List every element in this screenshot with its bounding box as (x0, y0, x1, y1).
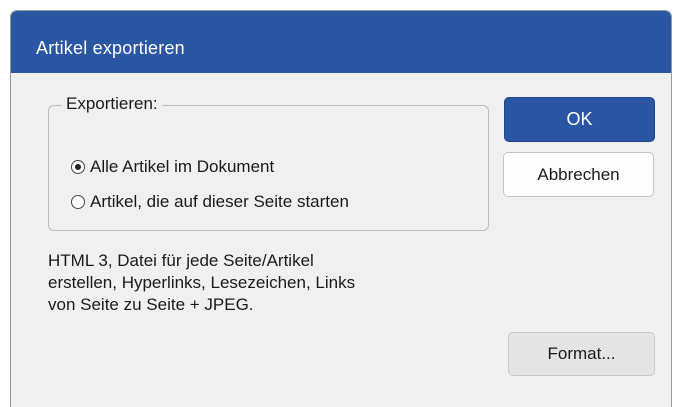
radio-button-checked[interactable] (71, 160, 85, 174)
title-bar[interactable]: Artikel exportieren (11, 11, 671, 73)
cancel-button[interactable]: Abbrechen (503, 152, 654, 197)
export-articles-dialog: Artikel exportieren Exportieren: Alle Ar… (10, 10, 672, 407)
export-groupbox: Exportieren: Alle Artikel im Dokument Ar… (48, 94, 489, 231)
radio-button-unchecked[interactable] (71, 195, 85, 209)
dialog-title: Artikel exportieren (36, 38, 185, 58)
radio-label-articles-on-page: Artikel, die auf dieser Seite starten (90, 192, 349, 211)
radio-label-all-articles: Alle Artikel im Dokument (90, 157, 275, 176)
export-group-label: Exportieren: (62, 94, 162, 114)
ok-button[interactable]: OK (504, 97, 655, 142)
export-settings-description: HTML 3, Datei für jede Seite/Artikel ers… (48, 251, 356, 314)
radio-option-all-articles[interactable]: Alle Artikel im Dokument (71, 157, 274, 177)
radio-option-articles-on-page[interactable]: Artikel, die auf dieser Seite starten (71, 192, 349, 212)
format-button[interactable]: Format... (508, 332, 655, 376)
